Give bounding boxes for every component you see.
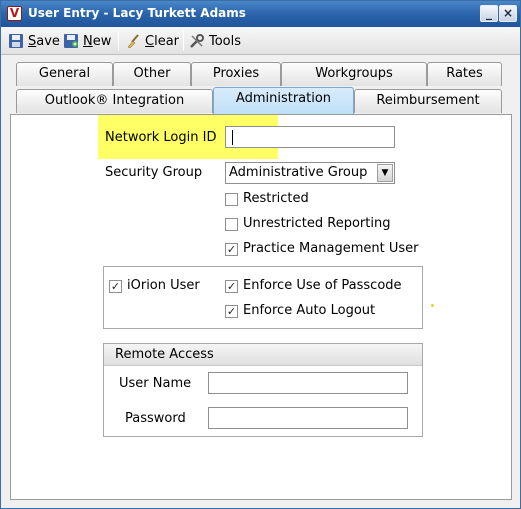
security-group-value: Administrative Group [229, 165, 368, 180]
tools-button[interactable]: Tools [189, 31, 241, 51]
tab-proxies[interactable]: Proxies [191, 62, 281, 86]
network-login-label: Network Login ID [105, 130, 217, 145]
stray-dot [431, 304, 434, 307]
user-entry-window: V User Entry - Lacy Turkett Adams _ × Sa… [0, 0, 521, 509]
iorion-user-checkbox[interactable]: ✓ [109, 280, 122, 293]
text-caret [232, 130, 233, 145]
broom-icon [125, 33, 141, 49]
toolbar-separator [118, 31, 119, 51]
wrench-icon [189, 33, 205, 49]
username-label: User Name [119, 376, 192, 391]
iorion-user-label: iOrion User [127, 278, 200, 293]
security-group-select[interactable]: Administrative Group ▼ [225, 162, 395, 184]
tab-rates[interactable]: Rates [427, 62, 502, 86]
security-group-label: Security Group [105, 165, 203, 180]
tab-reimbursement[interactable]: Reimbursement [354, 89, 502, 113]
tab-outlook-integration[interactable]: Outlook® Integration [16, 89, 213, 113]
minimize-button[interactable]: _ [480, 5, 498, 22]
enforce-passcode-checkbox[interactable]: ✓ [225, 280, 238, 293]
tab-workgroups[interactable]: Workgroups [281, 62, 427, 86]
save-label: Save [28, 33, 60, 49]
password-input[interactable] [208, 407, 408, 429]
network-login-input[interactable] [225, 126, 395, 148]
clear-button[interactable]: Clear [125, 31, 179, 51]
chevron-down-icon[interactable]: ▼ [377, 164, 393, 182]
unrestricted-reporting-label: Unrestricted Reporting [243, 216, 391, 231]
tab-administration[interactable]: Administration [213, 87, 354, 114]
enforce-passcode-label: Enforce Use of Passcode [243, 278, 402, 293]
restricted-checkbox[interactable] [225, 193, 238, 206]
tab-general[interactable]: General [16, 62, 113, 86]
new-button[interactable]: New [63, 31, 111, 51]
app-icon: V [7, 6, 22, 21]
new-label: New [83, 33, 112, 49]
enforce-auto-logout-checkbox[interactable]: ✓ [225, 305, 238, 318]
clear-label: Clear [145, 33, 179, 49]
iorion-group [103, 266, 423, 329]
practice-management-checkbox[interactable]: ✓ [225, 243, 238, 256]
tools-label: Tools [209, 33, 242, 49]
practice-management-label: Practice Management User [243, 241, 419, 256]
remote-access-title: Remote Access [115, 347, 214, 362]
unrestricted-reporting-checkbox[interactable] [225, 218, 238, 231]
tab-other[interactable]: Other [113, 62, 191, 86]
title-bar[interactable]: V User Entry - Lacy Turkett Adams _ × [1, 1, 520, 27]
window-title: User Entry - Lacy Turkett Adams [28, 6, 246, 20]
toolbar-separator [183, 31, 184, 51]
new-document-icon [63, 33, 79, 49]
enforce-auto-logout-label: Enforce Auto Logout [243, 303, 376, 318]
password-label: Password [125, 411, 186, 426]
close-button[interactable]: × [499, 5, 517, 22]
floppy-disk-icon [8, 33, 24, 49]
username-input[interactable] [208, 372, 408, 394]
restricted-label: Restricted [243, 191, 309, 206]
save-button[interactable]: Save [8, 31, 60, 51]
toolbar: Save New Clear Tools [1, 27, 520, 55]
